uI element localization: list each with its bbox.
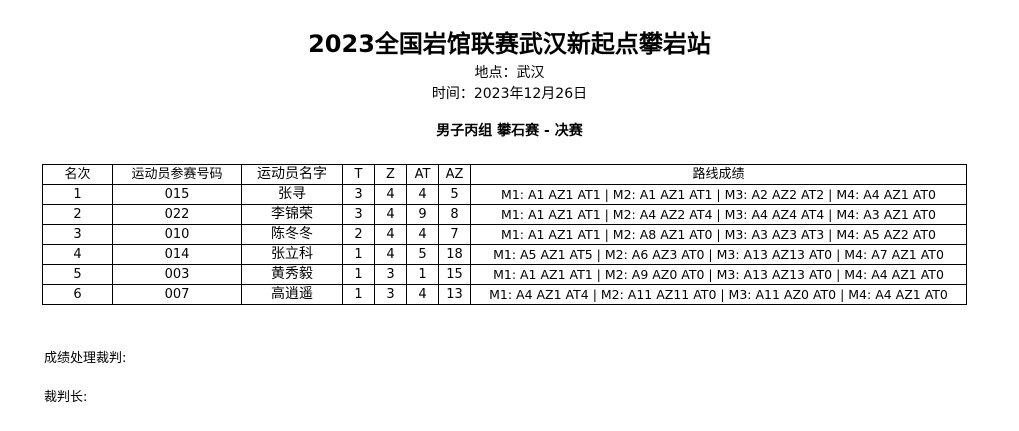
rank-cell: 6 [42,284,113,305]
athlete-name-cell: 李锦荣 [241,204,343,225]
table-row: 1 015 张寻 3 4 4 5 M1: A1 AZ1 AT1 | M2: A1… [42,184,967,205]
attempts-top-cell: 4 [406,284,439,305]
column-header-attempts-zone: AZ [438,164,471,185]
route-results-cell: M1: A1 AZ1 AT1 | M2: A8 AZ1 AT0 | M3: A3… [470,224,967,245]
athlete-name-cell: 黄秀毅 [241,264,343,285]
tops-cell: 1 [342,264,375,285]
attempts-top-cell: 9 [406,204,439,225]
column-header-rank: 名次 [42,164,113,185]
athlete-number-cell: 014 [112,244,242,265]
column-header-attempts-top: AT [406,164,439,185]
table-header-row: 名次 运动员参赛号码 运动员名字 T Z AT AZ 路线成绩 [42,164,967,185]
zones-cell: 4 [374,184,407,205]
event-location: 地点：武汉 [474,65,545,81]
table-row: 2 022 李锦荣 3 4 9 8 M1: A1 AZ1 AT1 | M2: A… [42,204,967,225]
zones-cell: 3 [374,284,407,305]
route-results-cell: M1: A4 AZ1 AT4 | M2: A11 AZ11 AT0 | M3: … [470,284,967,305]
table-row: 6 007 高逍遥 1 3 4 13 M1: A4 AZ1 AT4 | M2: … [42,284,967,305]
table-row: 4 014 张立科 1 4 5 18 M1: A5 AZ1 AT5 | M2: … [42,244,967,265]
attempts-top-cell: 4 [406,184,439,205]
athlete-name-cell: 陈冬冬 [241,224,343,245]
athlete-number-cell: 003 [112,264,242,285]
attempts-zone-cell: 8 [438,204,471,225]
page-title: 2023全国岩馆联赛武汉新起点攀岩站 [308,30,711,58]
table-row: 3 010 陈冬冬 2 4 4 7 M1: A1 AZ1 AT1 | M2: A… [42,224,967,245]
zones-cell: 4 [374,244,407,265]
route-results-cell: M1: A1 AZ1 AT1 | M2: A9 AZ0 AT0 | M3: A1… [470,264,967,285]
attempts-top-cell: 1 [406,264,439,285]
zones-cell: 4 [374,204,407,225]
attempts-zone-cell: 5 [438,184,471,205]
tops-cell: 3 [342,184,375,205]
tops-cell: 3 [342,204,375,225]
athlete-number-cell: 015 [112,184,242,205]
rank-cell: 5 [42,264,113,285]
attempts-top-cell: 5 [406,244,439,265]
column-header-athlete-name: 运动员名字 [241,164,343,185]
attempts-zone-cell: 15 [438,264,471,285]
rank-cell: 1 [42,184,113,205]
route-results-cell: M1: A1 AZ1 AT1 | M2: A4 AZ2 AT4 | M3: A4… [470,204,967,225]
rank-cell: 2 [42,204,113,225]
results-processing-judge-label: 成绩处理裁判: [44,351,127,366]
results-table: 名次 运动员参赛号码 运动员名字 T Z AT AZ 路线成绩 1 015 张寻… [42,164,967,305]
route-results-cell: M1: A1 AZ1 AT1 | M2: A1 AZ1 AT1 | M3: A2… [470,184,967,205]
tops-cell: 1 [342,284,375,305]
athlete-name-cell: 高逍遥 [241,284,343,305]
athlete-number-cell: 010 [112,224,242,245]
attempts-zone-cell: 7 [438,224,471,245]
athlete-name-cell: 张立科 [241,244,343,265]
attempts-zone-cell: 13 [438,284,471,305]
column-header-athlete-number: 运动员参赛号码 [112,164,242,185]
column-header-tops: T [342,164,375,185]
athlete-name-cell: 张寻 [241,184,343,205]
event-category-title: 男子丙组 攀石赛 - 决赛 [436,123,583,139]
chief-judge-label: 裁判长: [44,390,88,405]
table-row: 5 003 黄秀毅 1 3 1 15 M1: A1 AZ1 AT1 | M2: … [42,264,967,285]
event-date: 时间：2023年12月26日 [431,86,588,102]
zones-cell: 3 [374,264,407,285]
column-header-zones: Z [374,164,407,185]
column-header-route-results: 路线成绩 [470,164,967,185]
route-results-cell: M1: A5 AZ1 AT5 | M2: A6 AZ3 AT0 | M3: A1… [470,244,967,265]
rank-cell: 4 [42,244,113,265]
zones-cell: 4 [374,224,407,245]
athlete-number-cell: 007 [112,284,242,305]
attempts-top-cell: 4 [406,224,439,245]
tops-cell: 2 [342,224,375,245]
attempts-zone-cell: 18 [438,244,471,265]
athlete-number-cell: 022 [112,204,242,225]
tops-cell: 1 [342,244,375,265]
rank-cell: 3 [42,224,113,245]
